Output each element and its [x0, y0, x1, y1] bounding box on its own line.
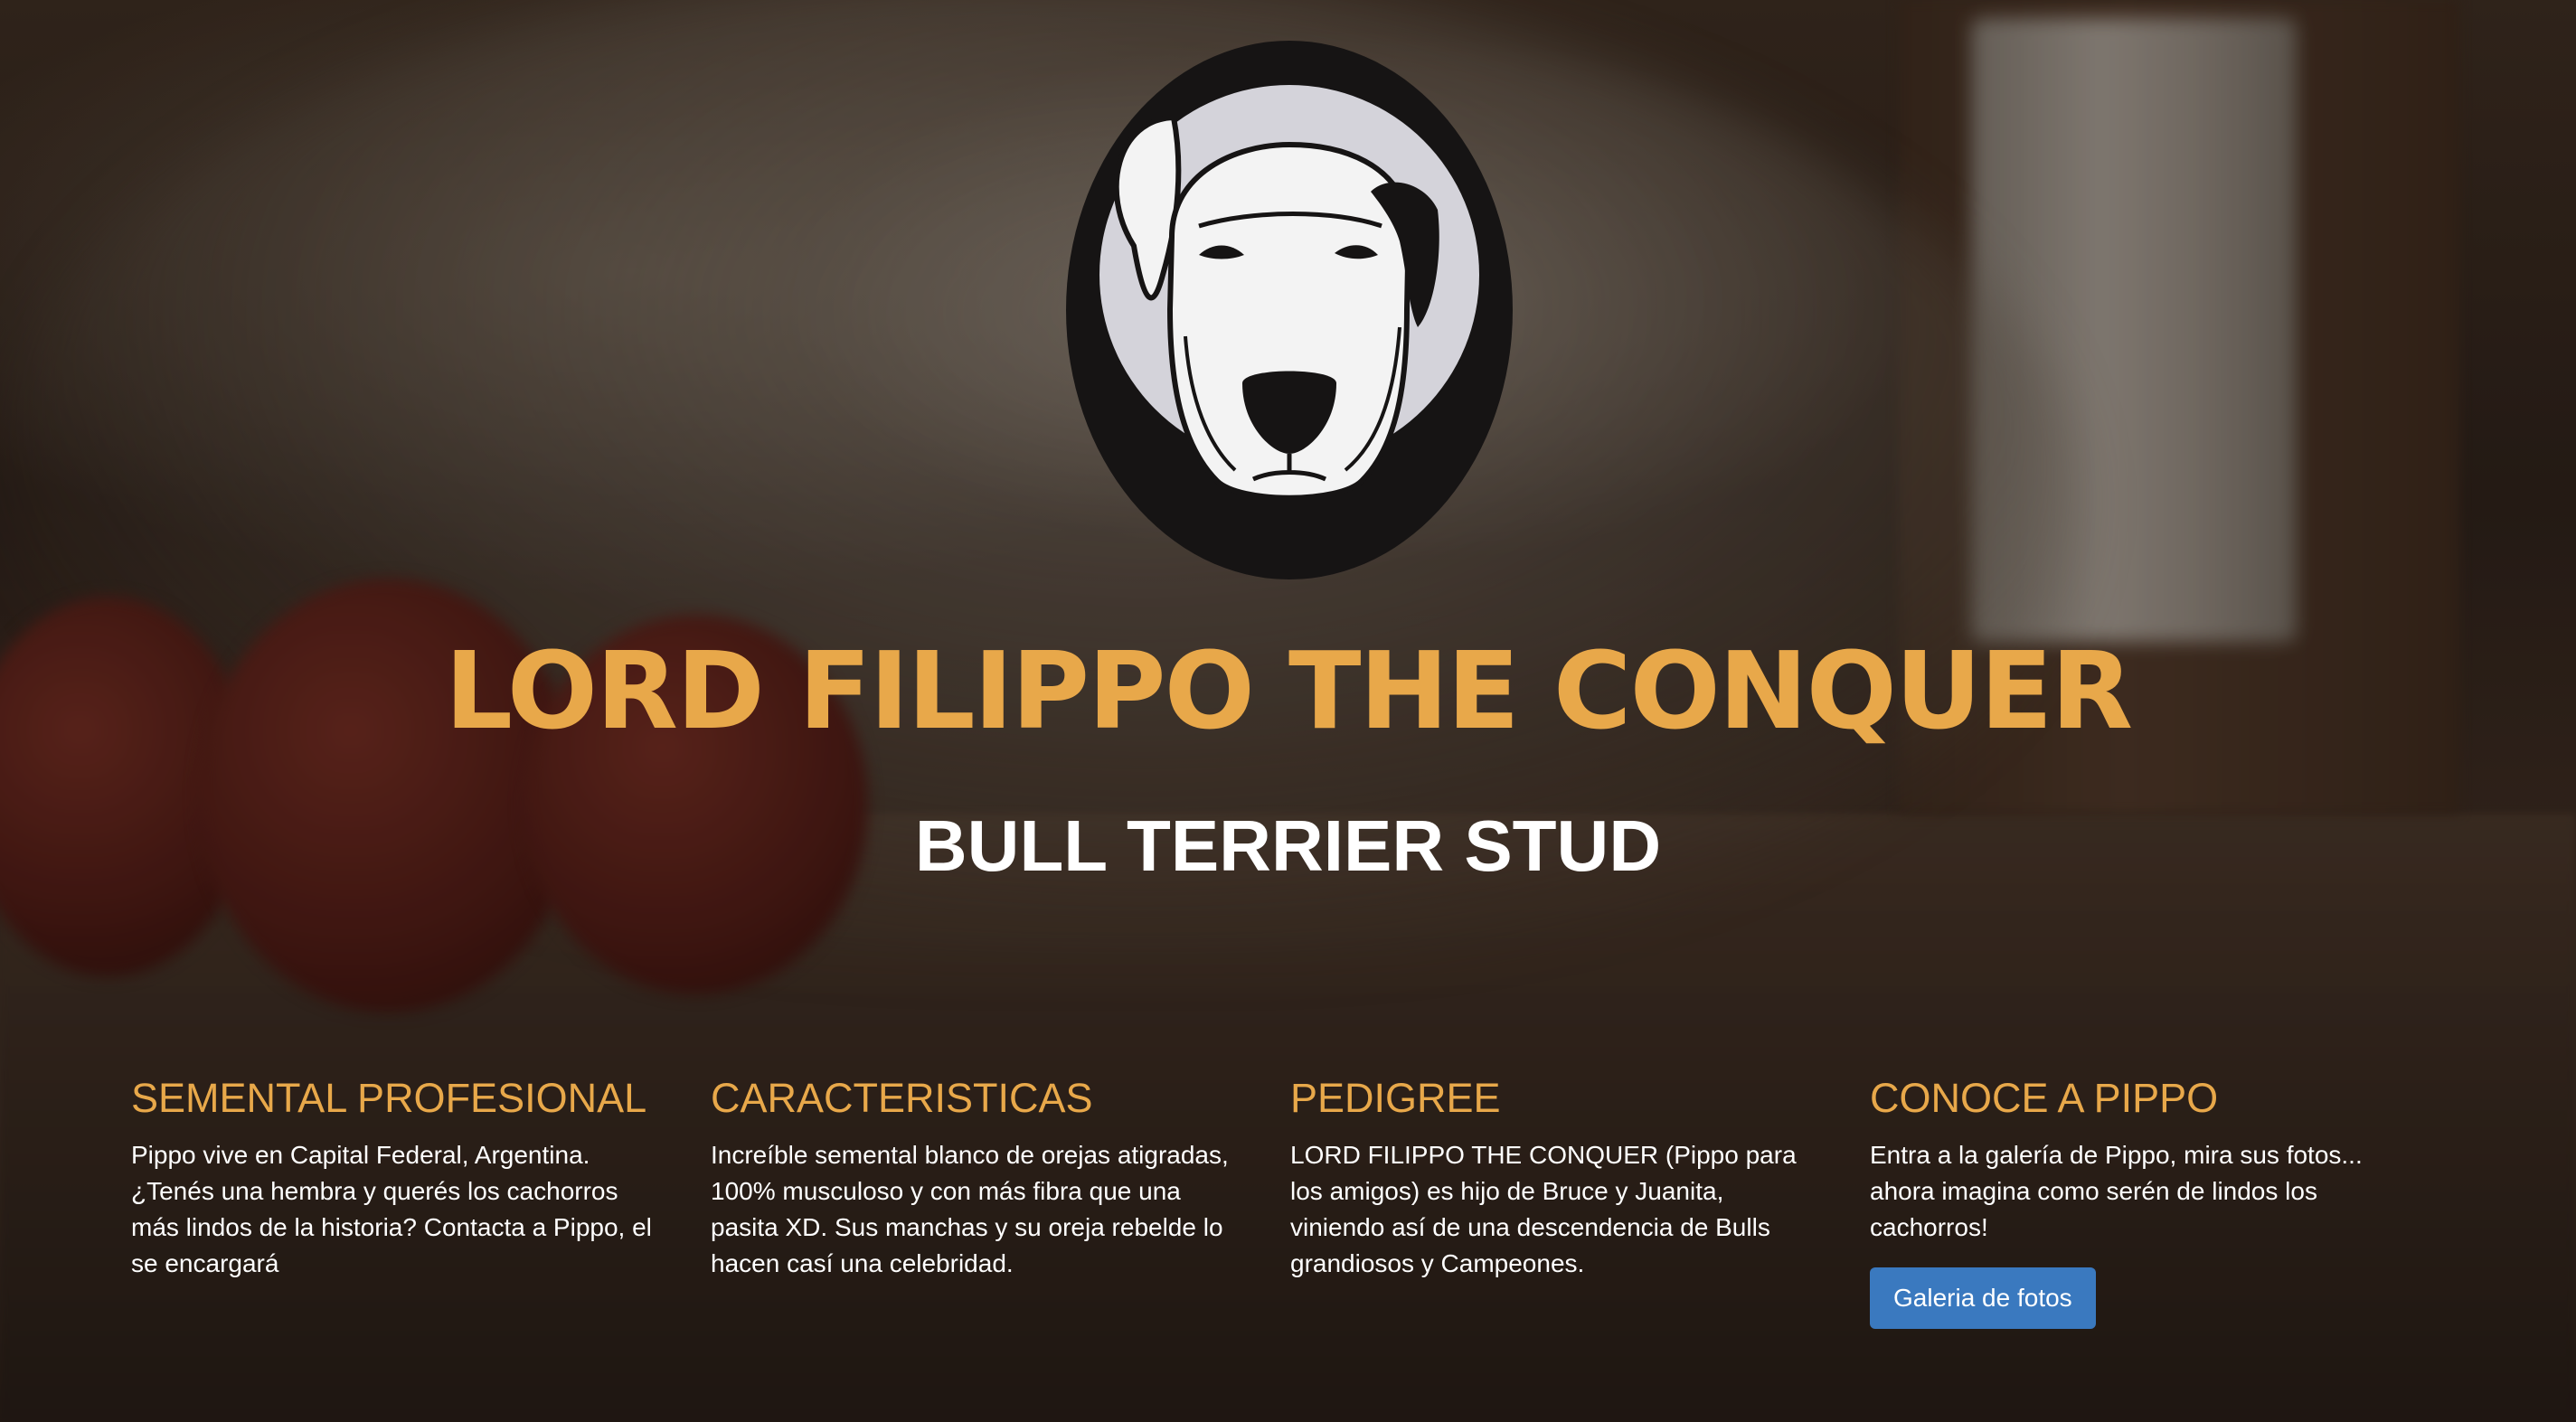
feature-heading: SEMENTAL PROFESIONAL [131, 1075, 647, 1121]
feature-heading: PEDIGREE [1290, 1075, 1501, 1121]
feature-conoce-a-pippo: CONOCE A PIPPO Entra a la galería de Pip… [1870, 1076, 2394, 1329]
feature-text: Entra a la galería de Pippo, mira sus fo… [1870, 1140, 2363, 1241]
feature-text: LORD FILIPPO THE CONQUER (Pippo para los… [1290, 1140, 1797, 1277]
feature-text: Increíble semental blanco de orejas atig… [711, 1140, 1229, 1277]
logo [1063, 38, 1515, 582]
bull-terrier-head-icon [1066, 41, 1513, 579]
feature-heading: CARACTERISTICAS [711, 1075, 1093, 1121]
page-subtitle: BULL TERRIER STUD [914, 805, 1662, 886]
feature-caracteristicas: CARACTERISTICAS Increíble semental blanc… [711, 1076, 1235, 1282]
feature-semental-profesional: SEMENTAL PROFESIONAL Pippo vive en Capit… [131, 1076, 656, 1282]
gallery-button[interactable]: Galeria de fotos [1870, 1267, 2096, 1329]
hero-section: LORD FILIPPO THE CONQUER BULL TERRIER ST… [0, 0, 2576, 1422]
feature-text: Pippo vive en Capital Federal, Argentina… [131, 1140, 652, 1277]
page-title: LORD FILIPPO THE CONQUER [444, 628, 2133, 753]
feature-pedigree: PEDIGREE LORD FILIPPO THE CONQUER (Pippo… [1290, 1076, 1815, 1282]
feature-heading: CONOCE A PIPPO [1870, 1075, 2219, 1121]
